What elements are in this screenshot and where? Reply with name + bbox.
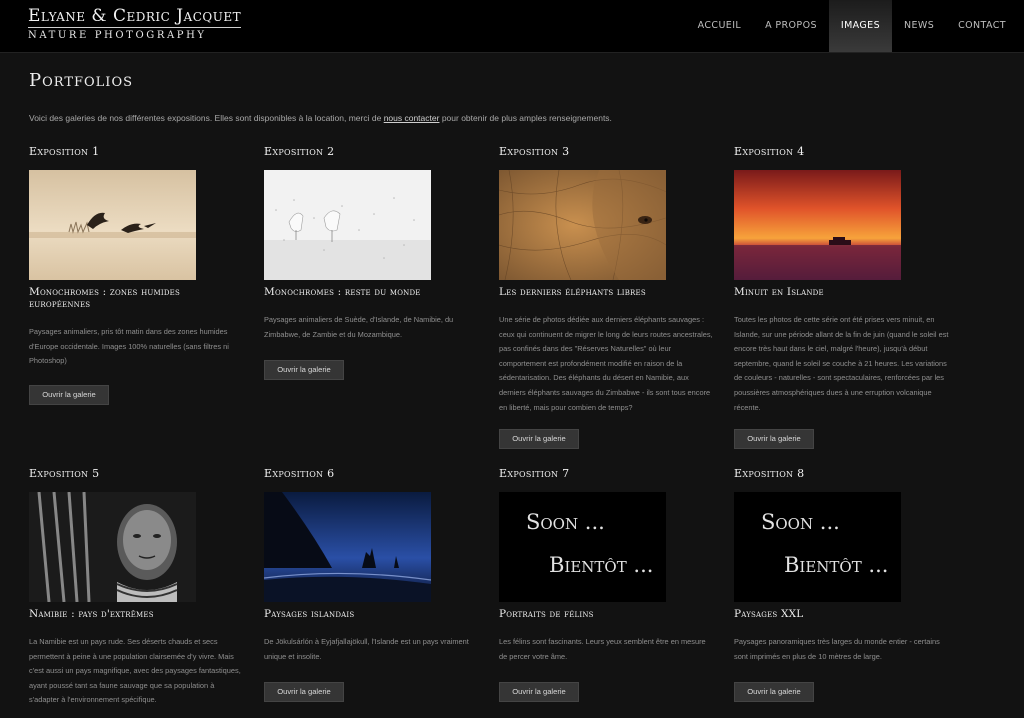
contact-link[interactable]: nous contacter <box>384 113 440 123</box>
nav-item-contact[interactable]: CONTACT <box>946 0 1018 52</box>
open-gallery-button[interactable]: Ouvrir la galerie <box>499 682 579 702</box>
thumbnail-coast <box>264 492 431 602</box>
intro-text-start: Voici des galeries de nos différentes ex… <box>29 113 384 123</box>
site-header: Elyane & Cedric Jacquet NATURE PHOTOGRAP… <box>0 0 1024 53</box>
nav-item-accueil[interactable]: ACCUEIL <box>686 0 753 52</box>
exhibition-label: Exposition 8 <box>734 467 805 480</box>
exhibition-description: La Namibie est un pays rude. Ses déserts… <box>29 637 241 705</box>
exhibition-label: Exposition 7 <box>499 467 570 480</box>
coming-soon-text-en: Soon ... <box>761 510 840 534</box>
thumbnail-sunset <box>734 170 901 280</box>
exhibition-label: Exposition 4 <box>734 145 805 158</box>
exhibition-card-8: Exposition 8 Soon ... Bientôt ... Paysag… <box>734 467 949 702</box>
exhibition-label: Exposition 6 <box>264 467 335 480</box>
exhibition-title: Monochromes : zones humides européennes <box>29 286 180 310</box>
exhibition-description: De Jökulsárlón à Eyjafjallajökull, l'Isl… <box>264 637 469 661</box>
exhibition-label: Exposition 3 <box>499 145 570 158</box>
exhibition-description: Paysages animaliers, pris tôt matin dans… <box>29 327 229 366</box>
exhibition-description: Paysages animaliers de Suède, d'Islande,… <box>264 315 454 339</box>
open-gallery-button[interactable]: Ouvrir la galerie <box>734 682 814 702</box>
portrait-namibian-man-bw-image[interactable] <box>29 492 196 602</box>
exhibition-title: Monochromes : reste du monde <box>264 286 421 298</box>
open-gallery-button[interactable]: Ouvrir la galerie <box>734 429 814 449</box>
coming-soon-image[interactable]: Soon ... Bientôt ... <box>499 492 666 602</box>
exhibition-card-3: Exposition 3 Les derniers éléphants libr… <box>499 145 714 449</box>
main-nav: ACCUEIL A PROPOS IMAGES NEWS CONTACT <box>686 0 1018 52</box>
blue-coast-with-sea-stacks-image[interactable] <box>264 492 431 602</box>
coming-soon-text-fr: Bientôt ... <box>784 553 889 577</box>
exhibition-title: Portraits de félins <box>499 608 594 620</box>
page-title: Portfolios <box>29 70 134 91</box>
exhibition-card-1: Exposition 1 Monochromes : zones humides… <box>29 145 244 405</box>
thumbnail-portrait <box>29 492 196 602</box>
exhibition-title: Les derniers éléphants libres <box>499 286 646 298</box>
open-gallery-button[interactable]: Ouvrir la galerie <box>264 682 344 702</box>
thumbnail-geese <box>29 170 196 280</box>
exhibition-label: Exposition 2 <box>264 145 335 158</box>
exhibition-title: Paysages XXL <box>734 608 804 620</box>
coming-soon-image[interactable]: Soon ... Bientôt ... <box>734 492 901 602</box>
elephant-skin-closeup-image[interactable] <box>499 170 666 280</box>
exhibition-description: Une série de photos dédiée aux derniers … <box>499 315 713 412</box>
nav-item-images[interactable]: IMAGES <box>828 0 892 52</box>
coming-soon-text-en: Soon ... <box>526 510 605 534</box>
thumbnail-elephant <box>499 170 666 280</box>
nav-item-a-propos[interactable]: A PROPOS <box>753 0 829 52</box>
intro-text-end: pour obtenir de plus amples renseignemen… <box>439 113 612 123</box>
coming-soon-text-fr: Bientôt ... <box>549 553 654 577</box>
swans-in-snow-image[interactable] <box>264 170 431 280</box>
geese-flying-over-misty-marsh-image[interactable] <box>29 170 196 280</box>
exhibition-card-6: Exposition 6 Paysages islandais De Jökul… <box>264 467 479 702</box>
red-sunset-over-sea-image[interactable] <box>734 170 901 280</box>
exhibition-description: Toutes les photos de cette série ont été… <box>734 315 949 412</box>
exhibition-label: Exposition 1 <box>29 145 100 158</box>
exhibition-title: Namibie : pays d'extrêmes <box>29 608 154 620</box>
exhibition-card-4: Exposition 4 Minuit en Islande Toutes le… <box>734 145 949 449</box>
site-logo[interactable]: Elyane & Cedric Jacquet NATURE PHOTOGRAP… <box>28 6 242 43</box>
exhibition-card-2: Exposition 2 Monochromes : reste du mond… <box>264 145 479 380</box>
exhibition-card-5: Exposition 5 Namibie : pays d'extrêmes L… <box>29 467 244 704</box>
exhibition-title: Paysages islandais <box>264 608 355 620</box>
thumbnail-swans <box>264 170 431 280</box>
exhibition-title: Minuit en Islande <box>734 286 824 298</box>
exhibition-label: Exposition 5 <box>29 467 100 480</box>
open-gallery-button[interactable]: Ouvrir la galerie <box>499 429 579 449</box>
open-gallery-button[interactable]: Ouvrir la galerie <box>29 385 109 405</box>
open-gallery-button[interactable]: Ouvrir la galerie <box>264 360 344 380</box>
exhibition-description: Les félins sont fascinants. Leurs yeux s… <box>499 637 706 661</box>
exhibition-card-7: Exposition 7 Soon ... Bientôt ... Portra… <box>499 467 714 702</box>
logo-name: Elyane & Cedric Jacquet <box>28 6 242 28</box>
exhibition-description: Paysages panoramiques très larges du mon… <box>734 637 940 661</box>
logo-tagline: NATURE PHOTOGRAPHY <box>28 30 207 41</box>
intro-text: Voici des galeries de nos différentes ex… <box>29 113 1009 123</box>
nav-item-news[interactable]: NEWS <box>892 0 946 52</box>
